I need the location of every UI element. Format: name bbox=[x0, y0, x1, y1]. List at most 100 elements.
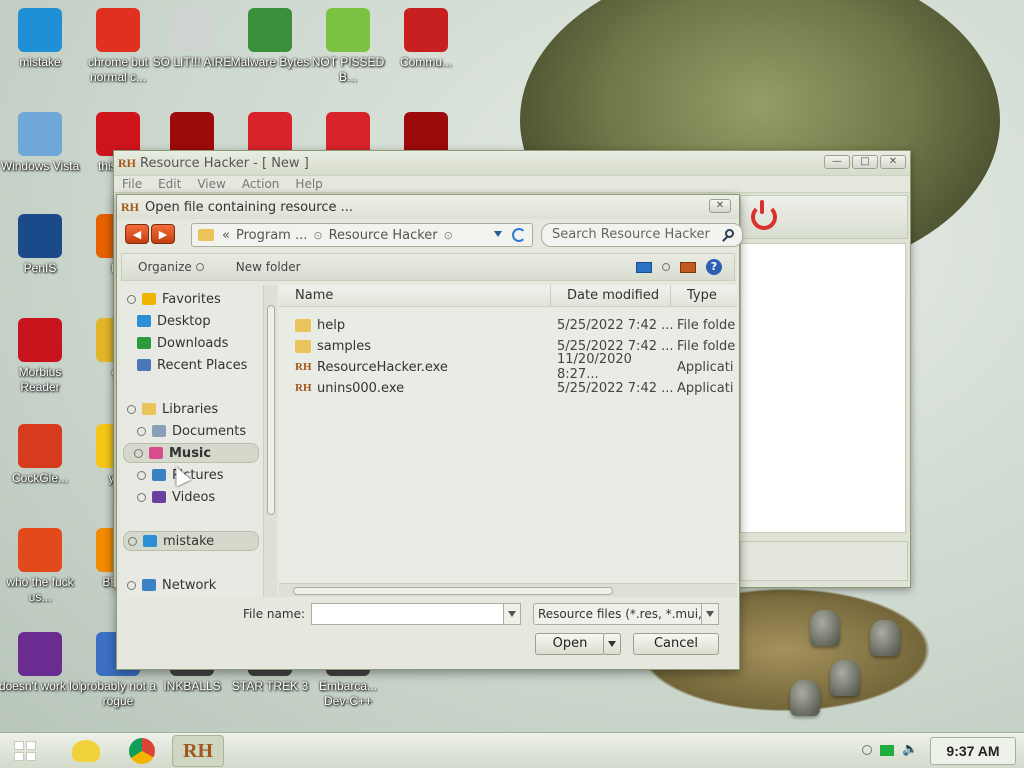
desktop-icon[interactable]: doesn't work lol bbox=[0, 632, 82, 694]
new-folder-button[interactable]: New folder bbox=[220, 260, 317, 274]
menu-edit[interactable]: Edit bbox=[158, 177, 181, 191]
nav-item-label: Desktop bbox=[157, 313, 211, 329]
address-bar[interactable]: « Program ... ⊙ Resource Hacker ⊙ bbox=[191, 223, 533, 247]
nav-item-network[interactable]: Network bbox=[127, 575, 216, 595]
column-type[interactable]: Type bbox=[671, 285, 737, 306]
expand-icon[interactable] bbox=[134, 448, 143, 458]
start-button[interactable] bbox=[14, 741, 36, 761]
chrome-icon bbox=[129, 738, 155, 764]
maximize-button[interactable]: □ bbox=[852, 155, 878, 169]
change-view-icon[interactable] bbox=[636, 261, 652, 273]
nav-item-favorites[interactable]: Favorites bbox=[127, 289, 221, 309]
open-file-dialog[interactable]: RH Open file containing resource ... ✕ ◀… bbox=[116, 194, 743, 670]
file-name: ResourceHacker.exe bbox=[317, 359, 448, 375]
view-options-icon[interactable] bbox=[662, 263, 670, 271]
nav-item-downloads[interactable]: Downloads bbox=[127, 333, 228, 353]
volume-icon[interactable]: 🔈 bbox=[902, 743, 920, 757]
desktop-icon[interactable]: NOT PISSED B... bbox=[306, 8, 390, 85]
file-list-header: Name Date modified Type bbox=[279, 285, 737, 307]
nav-item-videos[interactable]: Videos bbox=[127, 487, 215, 507]
expand-icon[interactable] bbox=[128, 536, 137, 546]
desktop-icon[interactable]: mistake bbox=[0, 8, 82, 70]
expand-icon[interactable] bbox=[137, 492, 146, 502]
address-dropdown-icon[interactable] bbox=[494, 231, 502, 237]
dialog-title-bar[interactable]: RH Open file containing resource ... ✕ bbox=[117, 195, 739, 219]
file-row[interactable]: RH ResourceHacker.exe 11/20/2020 8:27... Ap… bbox=[279, 352, 737, 382]
dialog-close-button[interactable]: ✕ bbox=[709, 199, 731, 213]
nav-item-libraries[interactable]: Libraries bbox=[127, 399, 218, 419]
file-row[interactable]: help 5/25/2022 7:42 ... File folde bbox=[279, 315, 737, 335]
expand-icon[interactable] bbox=[127, 580, 136, 590]
show-hidden-icons-icon[interactable] bbox=[862, 745, 872, 755]
bad-piggies-icon bbox=[326, 8, 370, 52]
taskbar-contacts[interactable] bbox=[60, 735, 112, 767]
expand-icon[interactable] bbox=[137, 470, 146, 480]
nav-item-desktop[interactable]: Desktop bbox=[127, 311, 211, 331]
search-input[interactable]: Search Resource Hacker bbox=[541, 223, 743, 247]
desktop-icon[interactable]: CockGle... bbox=[0, 424, 82, 486]
help-icon[interactable]: ? bbox=[706, 259, 722, 275]
desktop-icon[interactable]: who the fuck us... bbox=[0, 528, 82, 605]
file-date: 5/25/2022 7:42 ... bbox=[557, 380, 674, 396]
horizontal-scrollbar[interactable] bbox=[279, 583, 737, 597]
menu-view[interactable]: View bbox=[197, 177, 225, 191]
expand-icon[interactable] bbox=[127, 294, 136, 304]
ccleaner-icon bbox=[18, 424, 62, 468]
rh-editor-pane[interactable] bbox=[740, 243, 906, 533]
file-type-dropdown-icon[interactable] bbox=[701, 603, 719, 625]
desktop-icon[interactable]: PenIS bbox=[0, 214, 82, 276]
open-options-button[interactable] bbox=[603, 633, 621, 655]
preview-pane-icon[interactable] bbox=[680, 261, 696, 273]
back-button[interactable]: ◀ bbox=[125, 224, 149, 244]
file-name-input[interactable] bbox=[311, 603, 521, 625]
refresh-icon[interactable] bbox=[512, 228, 526, 242]
nav-item-recent-places[interactable]: Recent Places bbox=[127, 355, 247, 375]
power-icon[interactable] bbox=[751, 200, 777, 230]
expand-icon[interactable] bbox=[127, 404, 136, 414]
breadcrumb-resource-hacker[interactable]: Resource Hacker bbox=[329, 228, 438, 243]
column-name[interactable]: Name bbox=[279, 285, 551, 306]
taskbar-chrome[interactable] bbox=[116, 735, 168, 767]
menu-file[interactable]: File bbox=[122, 177, 142, 191]
close-button[interactable]: ✕ bbox=[880, 155, 906, 169]
breadcrumb-separator-icon[interactable]: ⊙ bbox=[444, 229, 453, 242]
desktop-icon[interactable]: Windows Vista bbox=[0, 112, 82, 174]
minimize-button[interactable]: — bbox=[824, 155, 850, 169]
breadcrumb-program-files[interactable]: Program ... bbox=[236, 228, 307, 243]
rh-title-bar[interactable]: RH Resource Hacker - [ New ] — □ ✕ bbox=[114, 151, 910, 175]
search-icon[interactable] bbox=[725, 229, 734, 238]
expand-icon[interactable] bbox=[137, 426, 146, 436]
wallpaper-chess-piece bbox=[870, 620, 900, 656]
music-icon bbox=[149, 447, 163, 459]
column-date-modified[interactable]: Date modified bbox=[551, 285, 671, 306]
recycle-bin-icon bbox=[18, 112, 62, 156]
taskbar-resource-hacker[interactable]: RH bbox=[172, 735, 224, 767]
file-name-dropdown-icon[interactable] bbox=[503, 603, 521, 625]
open-button[interactable]: Open bbox=[535, 633, 605, 655]
organize-button[interactable]: Organize bbox=[122, 260, 220, 274]
desktop-icon-label: doesn't work lol bbox=[0, 679, 82, 693]
forward-button[interactable]: ▶ bbox=[151, 224, 175, 244]
menu-action[interactable]: Action bbox=[242, 177, 280, 191]
network-icon[interactable] bbox=[880, 744, 894, 756]
desktop-icon[interactable]: Commu... bbox=[384, 8, 468, 70]
cancel-button[interactable]: Cancel bbox=[633, 633, 719, 655]
scrollbar-thumb[interactable] bbox=[267, 305, 275, 515]
menu-help[interactable]: Help bbox=[295, 177, 322, 191]
navigation-scrollbar[interactable] bbox=[263, 285, 277, 597]
file-row[interactable]: RH unins000.exe 5/25/2022 7:42 ... Applicat… bbox=[279, 378, 737, 398]
file-type-select[interactable]: Resource files (*.res, *.mui, *. bbox=[533, 603, 719, 625]
desktop-icon[interactable]: SO LIT!!! AIRE bbox=[150, 8, 234, 70]
breadcrumb-separator-icon[interactable]: ⊙ bbox=[313, 229, 322, 242]
clock[interactable]: 9:37 AM bbox=[930, 737, 1016, 765]
desktop-icon[interactable]: Malware Bytes bbox=[228, 8, 312, 70]
desktop-icon[interactable]: chrome but normal c... bbox=[76, 8, 160, 85]
nav-item-music[interactable]: Music bbox=[123, 443, 259, 463]
flash-player-icon bbox=[18, 528, 62, 572]
scrollbar-thumb[interactable] bbox=[293, 587, 613, 595]
desktop-icon-label: chrome but normal c... bbox=[87, 55, 149, 84]
nav-item-documents[interactable]: Documents bbox=[127, 421, 246, 441]
nav-item-mistake[interactable]: mistake bbox=[123, 531, 259, 551]
desktop-icon[interactable]: Morbius Reader bbox=[0, 318, 82, 395]
nav-item-label: Network bbox=[162, 577, 217, 593]
